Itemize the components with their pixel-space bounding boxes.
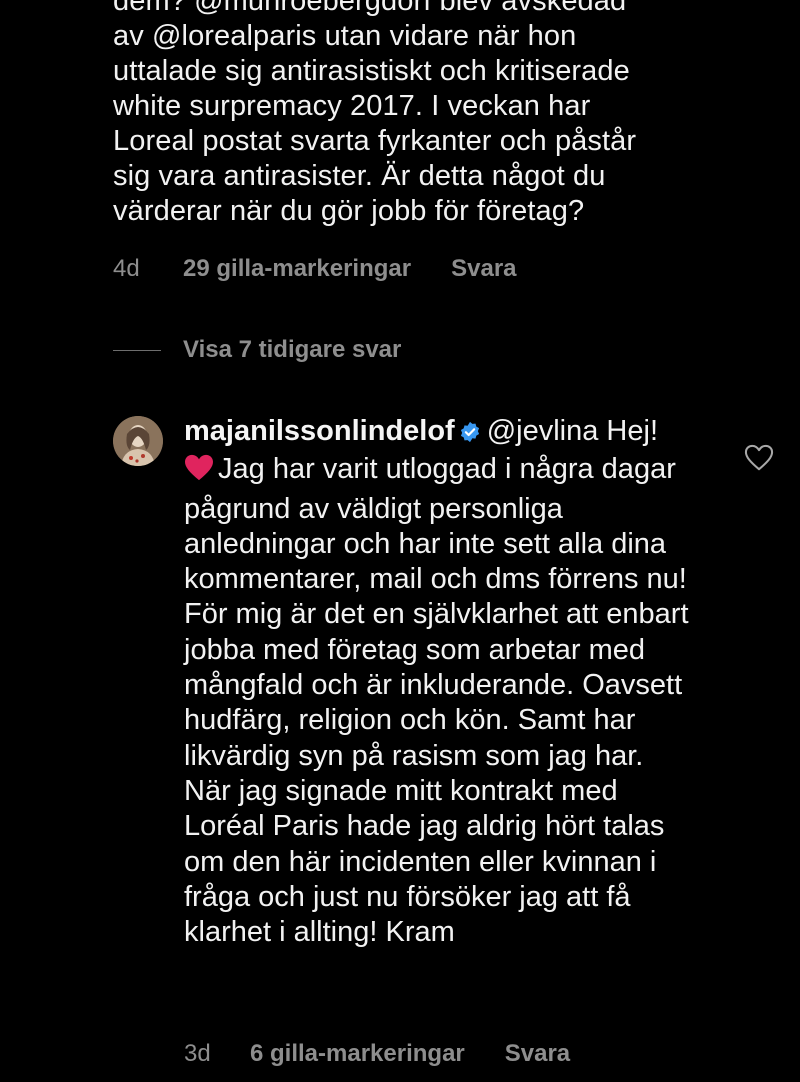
reply-paragraph-3: När jag signade mitt kontrakt med Loréal…: [184, 774, 665, 949]
avatar[interactable]: [113, 416, 163, 466]
reply-greeting: Hej!: [598, 415, 659, 447]
parent-reply-button[interactable]: Svara: [451, 255, 516, 283]
view-earlier-replies-button[interactable]: Visa 7 tidigare svar: [113, 336, 401, 364]
replies-divider-line: [113, 349, 161, 351]
red-heart-emoji: [184, 454, 214, 491]
reply-paragraph-1: Jag har varit utloggad i några dagar påg…: [184, 452, 704, 597]
parent-comment: dem? @munroebergdorf blev avskedad av @l…: [113, 0, 753, 229]
parent-comment-text: dem? @munroebergdorf blev avskedad av @l…: [113, 0, 637, 227]
reply-body: majanilssonlindelof @jevlina Hej! Jag har…: [184, 414, 704, 950]
parent-comment-meta: 4d 29 gilla-markeringar Svara: [113, 255, 517, 283]
reply-username[interactable]: majanilssonlindelof: [184, 415, 455, 447]
reply-age[interactable]: 3d: [184, 1040, 250, 1068]
verified-badge-icon: [459, 417, 481, 452]
parent-comment-age[interactable]: 4d: [113, 255, 183, 283]
reply-text: majanilssonlindelof @jevlina Hej! Jag har…: [184, 414, 704, 950]
reply-paragraph-1-text: Jag har varit utloggad i några dagar påg…: [184, 453, 687, 596]
parent-comment-likes[interactable]: 29 gilla-markeringar: [183, 255, 411, 283]
like-heart-icon[interactable]: [744, 444, 774, 472]
view-earlier-replies-label: Visa 7 tidigare svar: [183, 336, 402, 363]
reply-mention[interactable]: @jevlina: [487, 415, 599, 447]
reply-meta: 3d 6 gilla-markeringar Svara: [184, 1040, 570, 1068]
reply-likes[interactable]: 6 gilla-markeringar: [250, 1040, 465, 1068]
reply-paragraph-2: För mig är det en självklarhet att enbar…: [184, 598, 689, 772]
reply-reply-button[interactable]: Svara: [505, 1040, 570, 1068]
